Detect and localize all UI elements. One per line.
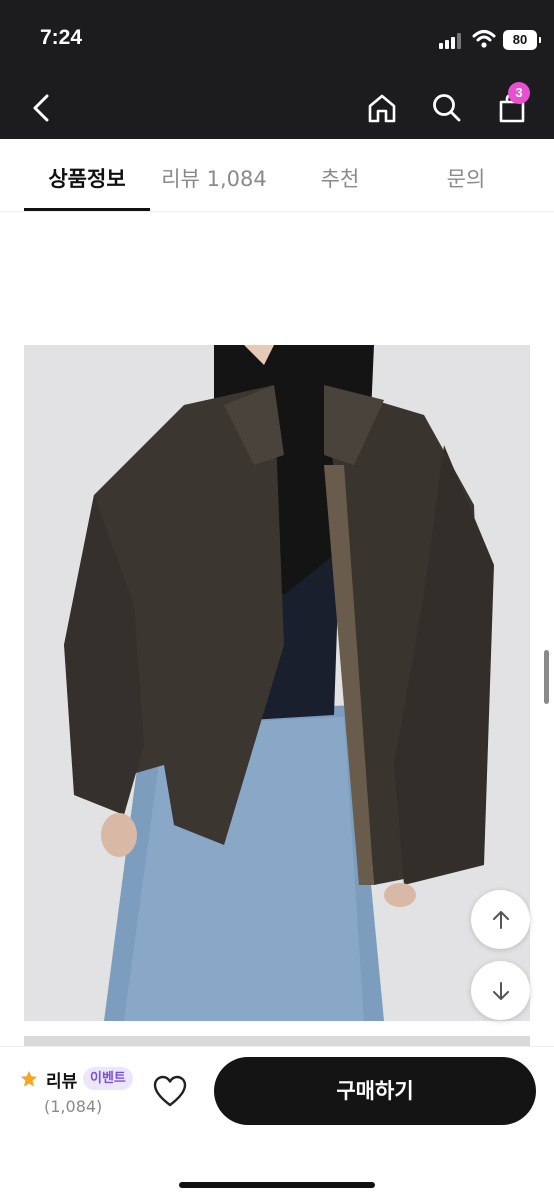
home-button[interactable] bbox=[360, 86, 404, 130]
event-badge: 이벤트 bbox=[83, 1067, 133, 1090]
cart-button[interactable]: 3 bbox=[490, 82, 534, 130]
bottom-action-bar: 리뷰 이벤트 (1,084) 구매하기 bbox=[0, 1046, 554, 1200]
active-tab-indicator bbox=[24, 208, 150, 211]
back-button[interactable] bbox=[20, 86, 64, 130]
back-arrow-icon bbox=[33, 94, 49, 122]
scrollbar[interactable] bbox=[544, 650, 549, 704]
status-bar: 7:24 80 bbox=[0, 0, 554, 80]
review-label: 리뷰 bbox=[46, 1072, 78, 1092]
buy-button[interactable]: 구매하기 bbox=[214, 1057, 536, 1125]
search-icon bbox=[433, 94, 461, 122]
battery-icon: 80 bbox=[503, 30, 541, 50]
product-image bbox=[24, 345, 530, 1021]
app-header: 7:24 80 3 bbox=[0, 0, 554, 139]
cart-count-badge: 3 bbox=[508, 82, 530, 104]
arrow-down-icon bbox=[492, 981, 509, 1000]
product-tabs: 상품정보 리뷰 1,084 추천 문의 bbox=[0, 139, 554, 212]
review-count: (1,084) bbox=[44, 1097, 103, 1116]
arrow-up-icon bbox=[492, 910, 509, 929]
tab-reviews[interactable]: 리뷰 1,084 bbox=[152, 163, 276, 203]
home-indicator bbox=[179, 1182, 375, 1188]
search-button[interactable] bbox=[425, 86, 469, 130]
tab-inquiry[interactable]: 문의 bbox=[404, 163, 528, 203]
home-icon bbox=[368, 94, 396, 123]
status-time: 7:24 bbox=[40, 26, 83, 49]
star-icon bbox=[20, 1070, 38, 1087]
wifi-icon bbox=[472, 29, 496, 49]
tab-recommend[interactable]: 추천 bbox=[280, 163, 400, 203]
top-nav: 3 bbox=[0, 80, 554, 139]
scroll-down-button[interactable] bbox=[471, 961, 530, 1020]
review-summary[interactable]: 리뷰 이벤트 (1,084) bbox=[20, 1067, 140, 1127]
cellular-signal-icon bbox=[439, 33, 465, 49]
product-image-next bbox=[24, 1036, 530, 1046]
scroll-up-button[interactable] bbox=[471, 890, 530, 949]
tab-product-info[interactable]: 상품정보 bbox=[24, 163, 150, 203]
heart-icon[interactable] bbox=[152, 1075, 188, 1109]
